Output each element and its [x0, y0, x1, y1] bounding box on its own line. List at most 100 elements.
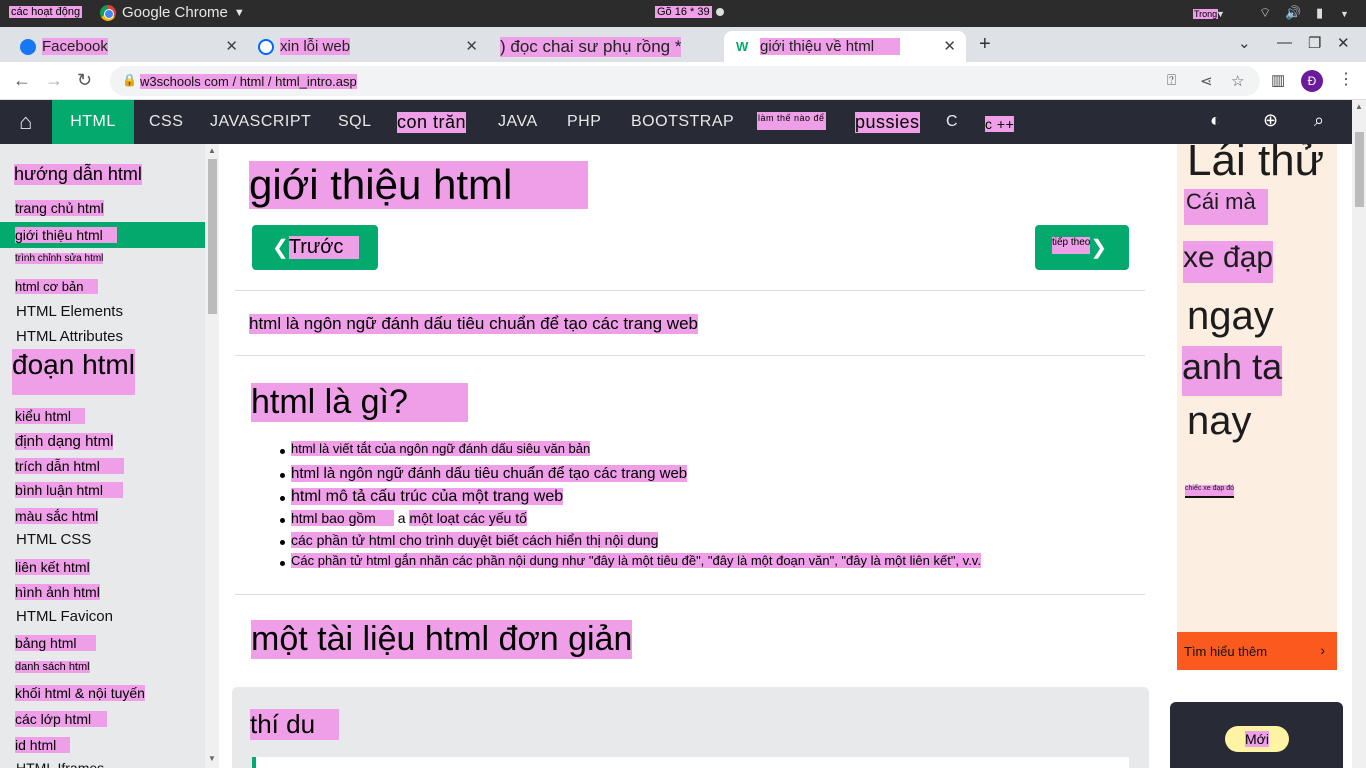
nav-java[interactable]: JAVA: [492, 100, 544, 144]
nav-howto[interactable]: làm thế nào để: [751, 100, 832, 144]
tab-title: giới thiệu về html: [760, 38, 901, 55]
tab-third[interactable]: ) đọc chai sư phụ rồng *: [480, 31, 722, 62]
close-window-icon[interactable]: ✕: [1337, 34, 1350, 52]
url-text[interactable]: w3schools com / html / html_intro.asp: [140, 74, 357, 89]
nav-c[interactable]: C: [940, 100, 964, 144]
sidebar-item-intro[interactable]: giới thiệu html: [0, 222, 205, 248]
sidebar-item-favicon[interactable]: HTML Favicon: [16, 608, 113, 625]
clock[interactable]: Gõ 16 * 39: [655, 6, 712, 18]
nav-php[interactable]: PHP: [561, 100, 607, 144]
sidebar-scrollbar[interactable]: ▲ ▼: [205, 144, 219, 768]
ad-line: xe đạp: [1183, 241, 1274, 283]
tab-search-icon[interactable]: ⌄: [1238, 34, 1251, 52]
list-item: html là viết tắt của ngôn ngữ đánh dấu s…: [280, 441, 981, 465]
ad-banner[interactable]: Lái thử Cái mà xe đạp ngay anh ta nay ch…: [1177, 144, 1337, 670]
zalo-icon: [258, 38, 274, 55]
scroll-up-icon[interactable]: ▲: [208, 146, 216, 155]
page-title: giới thiệu html: [249, 161, 589, 209]
chevron-left-icon: ❮: [272, 237, 289, 259]
next-button[interactable]: tiếp theo ❯: [1035, 225, 1129, 270]
address-bar[interactable]: 🔒 w3schools com / html / html_intro.asp …: [110, 66, 1260, 96]
sidebar-item-editors[interactable]: trình chỉnh sửa html: [15, 253, 104, 264]
intro-text: html là ngôn ngữ đánh dấu tiêu chuẩn để …: [249, 314, 698, 334]
nav-css[interactable]: CSS: [143, 100, 189, 144]
minimize-icon[interactable]: —: [1277, 34, 1292, 51]
chevron-down-icon: ▼: [233, 6, 245, 19]
lock-icon[interactable]: 🔒: [122, 73, 137, 87]
avatar[interactable]: Đ: [1301, 70, 1323, 92]
nav-sql[interactable]: SQL: [332, 100, 378, 144]
nav-html[interactable]: HTML: [52, 100, 134, 144]
divider: [235, 594, 1145, 595]
dark-mode-icon[interactable]: ◐: [1210, 110, 1221, 131]
sidebar-item-classes[interactable]: các lớp html: [15, 711, 108, 727]
close-icon[interactable]: ✕: [465, 37, 478, 55]
close-icon[interactable]: ✕: [943, 37, 956, 55]
sidebar-item-quotations[interactable]: trích dẫn html: [15, 458, 124, 474]
sidebar-item-images[interactable]: hình ảnh html: [15, 584, 100, 600]
nav-cpp[interactable]: c ++: [979, 100, 1020, 144]
sidebar-item-tables[interactable]: bảng html: [15, 635, 97, 651]
ad-line: Lái thử: [1187, 144, 1325, 185]
tab-facebook[interactable]: Facebook ✕: [0, 31, 248, 62]
sidebar-item-lists[interactable]: danh sách html: [15, 661, 90, 673]
tab-w3schools[interactable]: W giới thiệu về html ✕: [724, 31, 966, 62]
nav-w3css[interactable]: pussies: [849, 100, 926, 144]
page-scrollbar[interactable]: ▲: [1352, 100, 1366, 768]
sidebar-item-colors[interactable]: màu sắc html: [15, 508, 99, 524]
next-label: tiếp theo: [1052, 237, 1091, 254]
tab-zalo[interactable]: xin lỗi web ✕: [238, 31, 488, 62]
sidebar-item-attributes[interactable]: HTML Attributes: [16, 328, 123, 345]
nav-bootstrap[interactable]: BOOTSTRAP: [625, 100, 740, 144]
sidebar-item-elements[interactable]: HTML Elements: [16, 303, 123, 320]
new-badge[interactable]: Mới: [1225, 726, 1289, 752]
sidebar-item-basic[interactable]: html cơ bản: [15, 279, 98, 294]
side-panel-icon[interactable]: ▥: [1271, 71, 1285, 89]
bookmark-star-icon[interactable]: ☆: [1231, 72, 1244, 90]
ad-cta-button[interactable]: Tìm hiểu thêm ›: [1177, 632, 1337, 670]
scroll-up-icon[interactable]: ▲: [1355, 102, 1363, 111]
volume-icon[interactable]: 🔊: [1285, 5, 1301, 21]
sidebar-item-block-inline[interactable]: khối html & nội tuyến: [15, 685, 145, 701]
list-item-text: a: [397, 510, 406, 526]
tab-title: Facebook: [42, 38, 108, 55]
sidebar-item-headings[interactable]: đoạn html: [12, 349, 135, 395]
forward-icon[interactable]: →: [45, 70, 63, 91]
sidebar-item-comments[interactable]: bình luận html: [15, 482, 123, 498]
nav-python[interactable]: con trăn: [391, 100, 472, 144]
sidebar-item-formatting[interactable]: định dạng html: [15, 433, 114, 450]
sidebar-item-css[interactable]: HTML CSS: [16, 531, 91, 548]
nav-cpp-label: c ++: [985, 116, 1015, 132]
more-menu-icon[interactable]: ⋮: [1338, 69, 1354, 89]
translate-icon[interactable]: ⍰: [1167, 72, 1176, 89]
sidebar-item-links[interactable]: liên kết html: [15, 559, 90, 575]
page-scroll-thumb[interactable]: [1355, 132, 1364, 207]
close-icon[interactable]: ✕: [225, 37, 238, 55]
sidebar-item-home[interactable]: trang chủ html: [15, 200, 104, 216]
sidebar-item-styles[interactable]: kiểu html: [15, 408, 86, 424]
home-icon[interactable]: ⌂: [0, 100, 52, 144]
maximize-icon[interactable]: ❐: [1308, 34, 1321, 52]
list-item: Các phần tử html gắn nhãn các phần nội d…: [280, 553, 981, 575]
previous-button[interactable]: ❮ Trước: [252, 225, 378, 270]
chevron-down-icon[interactable]: ▼: [1340, 9, 1349, 19]
main-content: giới thiệu html ❮ Trước tiếp theo ❯ html…: [219, 144, 1169, 768]
nav-javascript[interactable]: JAVASCRIPT: [204, 100, 317, 144]
reload-icon[interactable]: ↻: [77, 70, 92, 91]
ad-line: nay: [1187, 399, 1252, 443]
back-icon[interactable]: ←: [13, 70, 31, 91]
share-icon[interactable]: ⋖: [1200, 72, 1213, 90]
input-language[interactable]: Trong: [1193, 9, 1219, 19]
globe-icon[interactable]: ⊕: [1263, 110, 1278, 131]
new-tab-button[interactable]: +: [979, 33, 991, 56]
wifi-icon[interactable]: ⌔: [1259, 5, 1271, 21]
sidebar-item-iframes[interactable]: HTML Iframes: [16, 760, 104, 768]
activities-button[interactable]: các hoạt động: [9, 6, 83, 18]
scroll-down-icon[interactable]: ▼: [208, 754, 216, 763]
sidebar-scroll-thumb[interactable]: [208, 159, 217, 314]
search-icon[interactable]: ⌕: [1314, 110, 1324, 131]
sidebar-item-id[interactable]: id html: [15, 737, 71, 753]
app-menu[interactable]: Google Chrome ▼: [100, 4, 245, 21]
app-name: Google Chrome: [122, 4, 228, 21]
battery-icon[interactable]: ▮: [1316, 5, 1323, 21]
